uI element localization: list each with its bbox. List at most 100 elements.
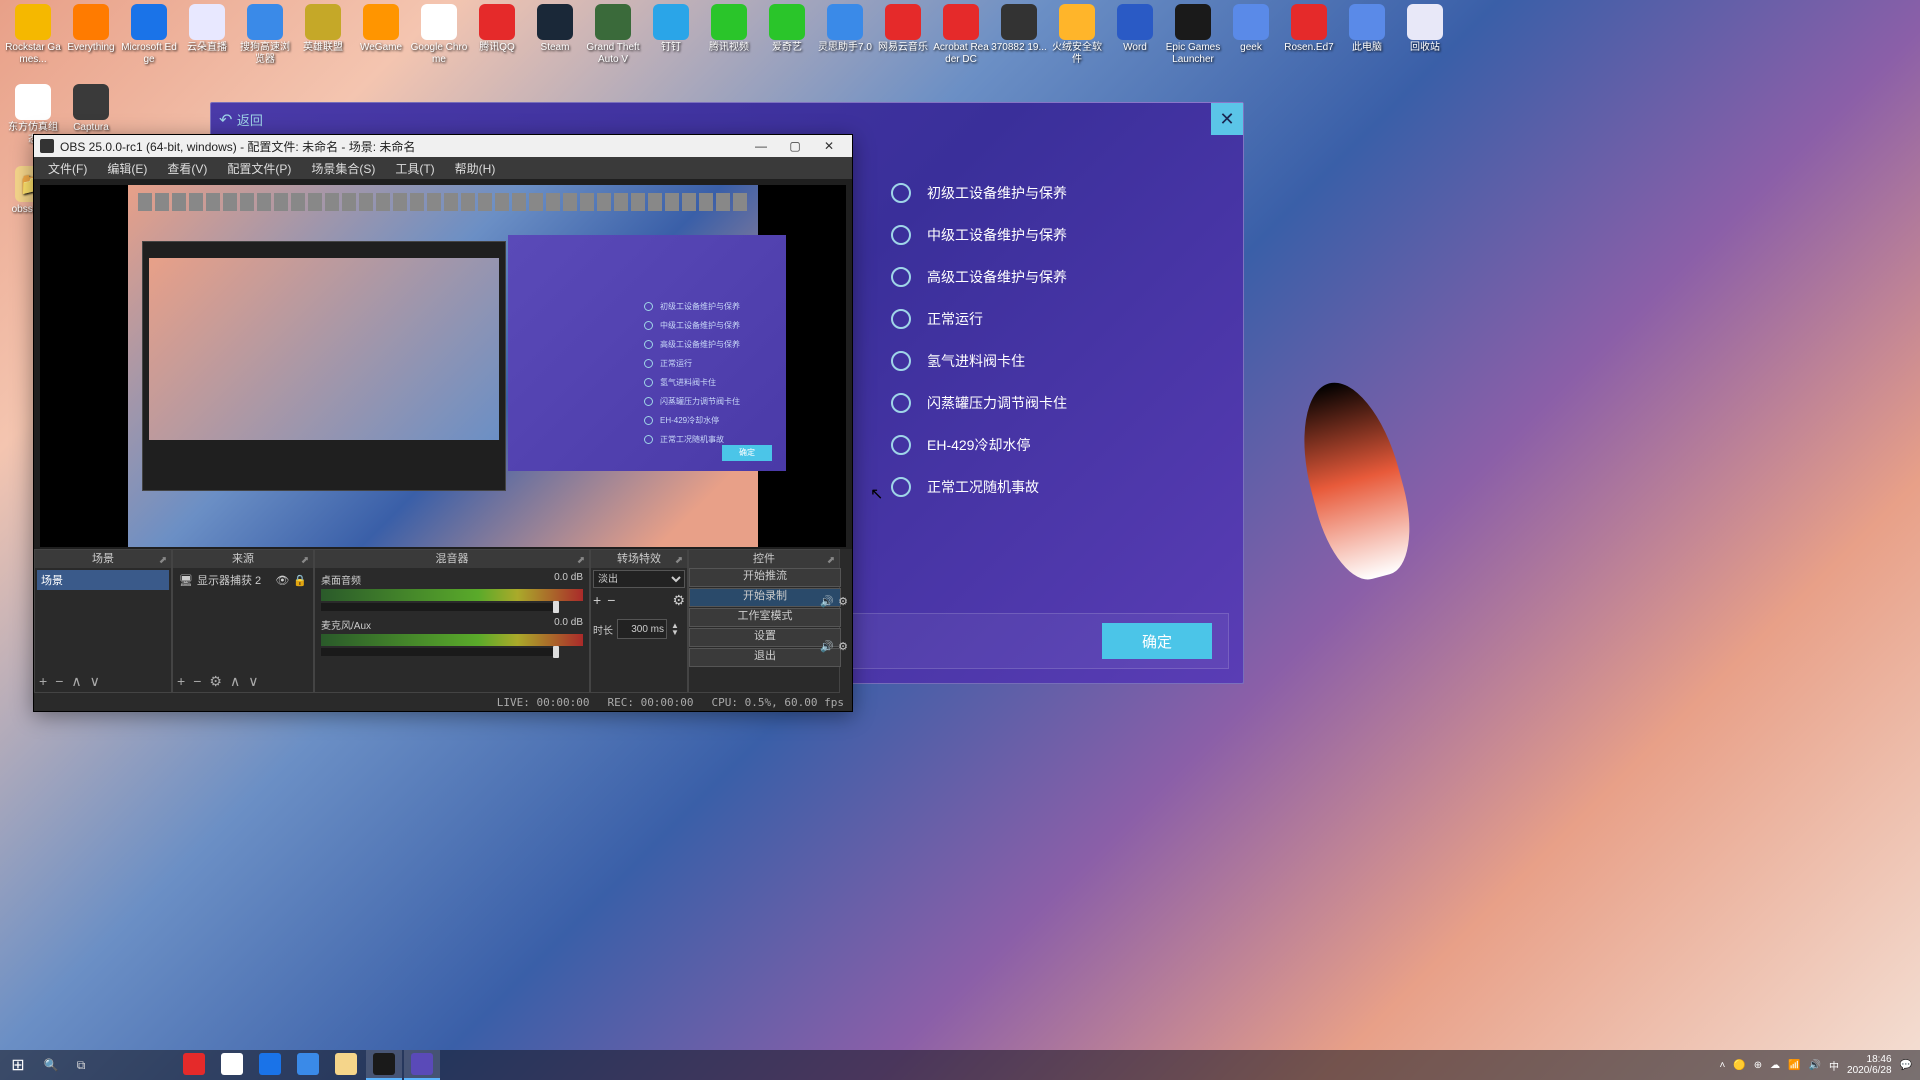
remove-icon[interactable]: − — [193, 673, 201, 689]
taskbar-clock[interactable]: 18:46 2020/6/28 — [1847, 1054, 1892, 1076]
desktop-icon[interactable]: Grand Theft Auto V — [584, 4, 642, 66]
task-view-icon[interactable]: ⧉ — [66, 1058, 96, 1073]
close-button[interactable]: ✕ — [812, 135, 846, 157]
desktop-icon[interactable]: 云朵直播 — [178, 4, 236, 66]
taskbar-app[interactable] — [214, 1050, 250, 1080]
up-icon[interactable]: ∧ — [230, 673, 240, 690]
speaker-icon[interactable]: 🔊 — [820, 640, 834, 653]
system-tray[interactable]: ˄ 🟡 ⊕ ☁ 📶 🔊 中 18:46 2020/6/28 💬 — [1711, 1054, 1920, 1076]
dock-title[interactable]: 转场特效⬈ — [591, 550, 687, 568]
tray-wifi-icon[interactable]: 📶 — [1788, 1060, 1800, 1071]
dock-title[interactable]: 控件⬈ — [689, 550, 839, 568]
taskbar-app[interactable] — [328, 1050, 364, 1080]
back-button[interactable]: 返回 — [219, 110, 263, 130]
close-button[interactable]: ✕ — [1211, 103, 1243, 135]
duration-input[interactable] — [617, 619, 667, 639]
menu-item[interactable]: 查看(V) — [157, 158, 217, 179]
popout-icon[interactable]: ⬈ — [157, 552, 169, 564]
control-button[interactable]: 开始推流 — [689, 568, 841, 587]
popout-icon[interactable]: ⬈ — [575, 552, 587, 564]
desktop-icon[interactable]: Microsoft Edge — [120, 4, 178, 66]
desktop-icon[interactable]: Everything — [62, 4, 120, 66]
training-option[interactable]: EH-429冷却水停 — [891, 435, 1221, 455]
desktop-icon[interactable]: 钉钉 — [642, 4, 700, 66]
training-option[interactable]: 中级工设备维护与保养 — [891, 225, 1221, 245]
maximize-button[interactable]: ▢ — [778, 135, 812, 157]
taskbar-app[interactable] — [176, 1050, 212, 1080]
popout-icon[interactable]: ⬈ — [673, 552, 685, 564]
desktop-icon[interactable]: 腾讯视频 — [700, 4, 758, 66]
taskbar-app[interactable] — [252, 1050, 288, 1080]
source-item[interactable]: 🖥 显示器捕获 2 👁 🔒 — [175, 570, 311, 590]
desktop-icon[interactable]: 火绒安全软件 — [1048, 4, 1106, 66]
desktop-icon[interactable]: 370882 19... — [990, 4, 1048, 66]
transition-select[interactable]: 淡出 — [593, 570, 685, 588]
control-button[interactable]: 退出 — [689, 648, 841, 667]
taskbar-app[interactable] — [290, 1050, 326, 1080]
dock-title[interactable]: 场景⬈ — [35, 550, 171, 568]
scene-item[interactable]: 场景 — [37, 570, 169, 590]
tray-icon[interactable]: ☁ — [1770, 1060, 1780, 1071]
desktop-icon[interactable]: 搜狗高速浏览器 — [236, 4, 294, 66]
training-option[interactable]: 正常运行 — [891, 309, 1221, 329]
desktop-icon[interactable]: Rockstar Games... — [4, 4, 62, 66]
minimize-button[interactable]: ― — [744, 135, 778, 157]
training-option[interactable]: 氢气进料阀卡住 — [891, 351, 1221, 371]
lock-icon[interactable]: 🔒 — [293, 574, 307, 587]
menu-item[interactable]: 工具(T) — [385, 158, 444, 179]
desktop-icon[interactable]: Acrobat Reader DC — [932, 4, 990, 66]
desktop-icon[interactable]: geek — [1222, 4, 1280, 66]
volume-slider[interactable] — [321, 603, 557, 611]
visibility-icon[interactable]: 👁 — [275, 574, 289, 587]
desktop-icon[interactable]: 此电脑 — [1338, 4, 1396, 66]
training-option[interactable]: 闪蒸罐压力调节阀卡住 — [891, 393, 1221, 413]
gear-icon[interactable]: ⚙ — [838, 595, 848, 608]
tray-volume-icon[interactable]: 🔊 — [1809, 1060, 1821, 1071]
tray-icon[interactable]: ⊕ — [1754, 1060, 1762, 1071]
taskbar-app[interactable] — [366, 1050, 402, 1080]
down-icon[interactable]: ∨ — [248, 673, 258, 690]
desktop-icon[interactable]: 回收站 — [1396, 4, 1454, 66]
spinner-icon[interactable]: ▲▼ — [671, 622, 679, 636]
confirm-button[interactable]: 确定 — [1102, 623, 1212, 659]
desktop-icon[interactable]: Google Chrome — [410, 4, 468, 66]
add-icon[interactable]: + — [39, 673, 47, 689]
menu-item[interactable]: 帮助(H) — [445, 158, 506, 179]
taskbar-app[interactable] — [404, 1050, 440, 1080]
tray-ime-icon[interactable]: 中 — [1829, 1058, 1839, 1073]
control-button[interactable]: 设置 — [689, 628, 841, 647]
up-icon[interactable]: ∧ — [71, 673, 81, 690]
gear-icon[interactable]: ⚙ — [672, 592, 685, 609]
obs-titlebar[interactable]: OBS 25.0.0-rc1 (64-bit, windows) - 配置文件:… — [34, 135, 852, 157]
control-button[interactable]: 工作室模式 — [689, 608, 841, 627]
desktop-icon[interactable]: Word — [1106, 4, 1164, 66]
training-option[interactable]: 初级工设备维护与保养 — [891, 183, 1221, 203]
down-icon[interactable]: ∨ — [90, 673, 100, 690]
menu-item[interactable]: 配置文件(P) — [217, 158, 301, 179]
popout-icon[interactable]: ⬈ — [299, 552, 311, 564]
gear-icon[interactable]: ⚙ — [838, 640, 848, 653]
desktop-icon[interactable]: 网易云音乐 — [874, 4, 932, 66]
training-option[interactable]: 正常工况随机事故 — [891, 477, 1221, 497]
remove-icon[interactable]: − — [607, 592, 615, 609]
desktop-icon[interactable]: 爱奇艺 — [758, 4, 816, 66]
desktop-icon[interactable]: Steam — [526, 4, 584, 66]
training-option[interactable]: 高级工设备维护与保养 — [891, 267, 1221, 287]
dock-title[interactable]: 混音器⬈ — [315, 550, 589, 568]
add-icon[interactable]: + — [177, 673, 185, 689]
desktop-icon[interactable]: Rosen.Ed7 — [1280, 4, 1338, 66]
notifications-icon[interactable]: 💬 — [1900, 1060, 1912, 1071]
menu-item[interactable]: 编辑(E) — [97, 158, 157, 179]
speaker-icon[interactable]: 🔊 — [820, 595, 834, 608]
tray-icon[interactable]: 🟡 — [1733, 1060, 1745, 1071]
obs-preview[interactable]: 初级工设备维护与保养中级工设备维护与保养高级工设备维护与保养正常运行氢气进料阀卡… — [40, 185, 846, 547]
search-icon[interactable]: 🔍 — [36, 1058, 66, 1072]
volume-slider[interactable] — [321, 648, 557, 656]
desktop-icon[interactable]: 腾讯QQ — [468, 4, 526, 66]
menu-item[interactable]: 场景集合(S) — [301, 158, 385, 179]
tray-chevron-icon[interactable]: ˄ — [1719, 1060, 1725, 1071]
add-icon[interactable]: + — [593, 592, 601, 609]
desktop-icon[interactable]: Epic Games Launcher — [1164, 4, 1222, 66]
desktop-icon[interactable]: 灵思助手7.0 — [816, 4, 874, 66]
gear-icon[interactable]: ⚙ — [209, 673, 222, 690]
